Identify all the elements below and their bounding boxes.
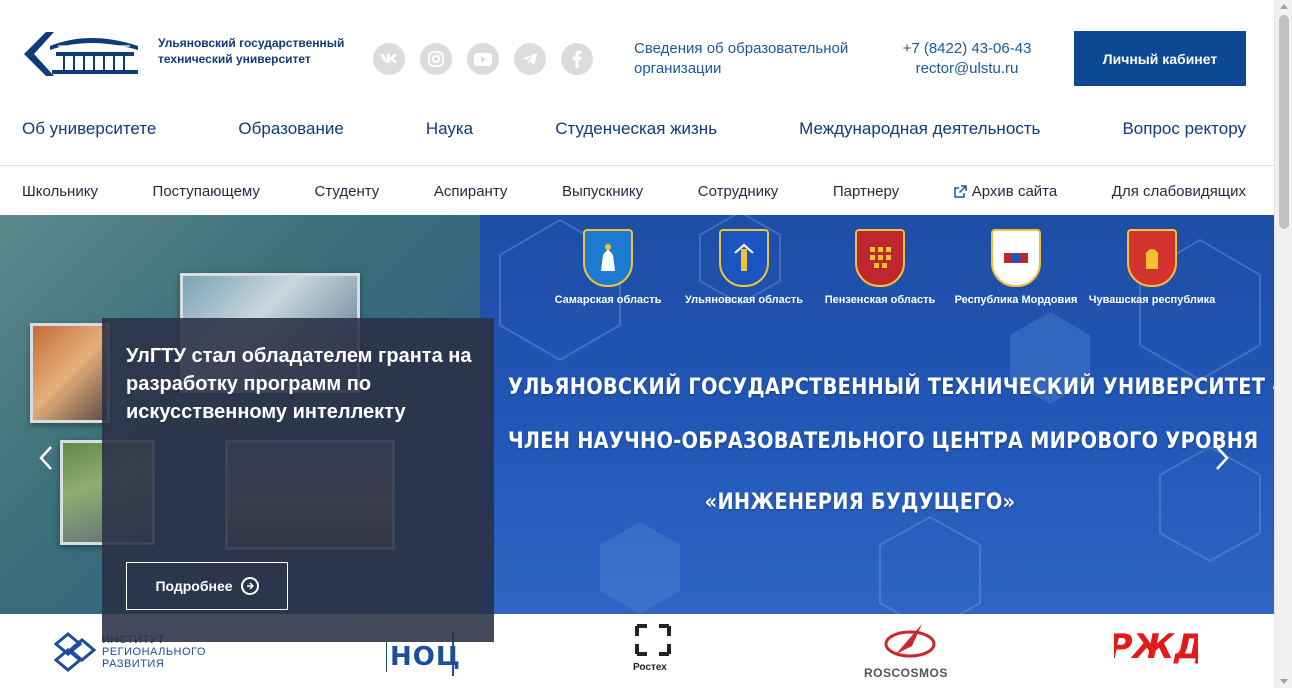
nav-science[interactable]: Наука <box>426 119 473 143</box>
svg-text:РЖД: РЖД <box>1114 627 1198 666</box>
slider-prev-button[interactable] <box>36 443 56 473</box>
subnav-schoolkid[interactable]: Школьнику <box>22 183 98 200</box>
scroll-up-arrow-icon[interactable] <box>1280 4 1288 9</box>
ulyanovsk-crest-icon <box>719 229 769 287</box>
main-nav: Об университете Образование Наука Студен… <box>22 119 1246 143</box>
nav-about[interactable]: Об университете <box>22 119 156 143</box>
samara-crest-icon <box>583 229 633 287</box>
youtube-icon[interactable] <box>467 43 499 75</box>
phone-link[interactable]: +7 (8422) 43-06-43 <box>896 39 1038 59</box>
hero-headline-line1: УЛЬЯНОВСКИЙ ГОСУДАРСТВЕННЫЙ ТЕХНИЧЕСКИЙ … <box>508 375 1274 400</box>
roscosmos-text: ROSCOSMOS <box>864 666 948 680</box>
instagram-icon[interactable] <box>420 43 452 75</box>
region-crests: Самарская область Ульяновская область Пе… <box>540 229 1220 307</box>
read-more-label: Подробнее <box>155 578 233 594</box>
region-chuvashia-name: Чувашская республика <box>1088 294 1216 306</box>
nav-divider <box>0 165 1274 166</box>
email-link[interactable]: rector@ulstu.ru <box>896 59 1038 79</box>
region-chuvashia: Чувашская республика <box>1084 229 1220 307</box>
chevron-left-icon <box>39 446 52 470</box>
chevron-right-icon <box>1216 446 1229 470</box>
irr-logo-icon <box>54 632 96 672</box>
read-more-button[interactable]: Подробнее <box>126 562 288 610</box>
irr-line2: РЕГИОНАЛЬНОГО <box>102 646 206 658</box>
subnav-graduate[interactable]: Выпускнику <box>562 183 643 200</box>
irr-line3: РАЗВИТИЯ <box>102 658 165 670</box>
scrollbar-thumb[interactable] <box>1279 15 1289 229</box>
hero-headline-line3: «ИНЖЕНЕРИЯ БУДУЩЕГО» <box>704 490 1016 515</box>
rostec-logo-icon <box>635 624 671 656</box>
contacts: +7 (8422) 43-06-43 rector@ulstu.ru <box>896 39 1038 79</box>
subnav-archive[interactable]: Архив сайта <box>954 183 1057 200</box>
social-links <box>373 43 593 75</box>
subnav-partner[interactable]: Партнеру <box>833 183 899 200</box>
penza-crest-icon <box>855 229 905 287</box>
nav-education[interactable]: Образование <box>238 119 343 143</box>
subnav-employee[interactable]: Сотруднику <box>698 183 779 200</box>
svedeniya-link[interactable]: Сведения об образовательной организации <box>634 39 874 79</box>
partner-rostec[interactable]: Ростех <box>630 622 676 676</box>
rostec-text: Ростех <box>633 662 667 673</box>
roscosmos-logo-icon <box>884 624 936 658</box>
page-scrollbar[interactable] <box>1274 0 1292 688</box>
region-ulyanovsk: Ульяновская область <box>676 229 812 307</box>
telegram-icon[interactable] <box>514 43 546 75</box>
arrow-circle-icon <box>240 577 259 595</box>
region-samara-name: Самарская область <box>554 294 662 306</box>
subnav-applicant[interactable]: Поступающему <box>153 183 260 200</box>
hero-headline-line2: ЧЛЕН НАУЧНО-ОБРАЗОВАТЕЛЬНОГО ЦЕНТРА МИРО… <box>508 429 1259 454</box>
vk-icon[interactable] <box>373 43 405 75</box>
site-header: Ульяновский государственный технический … <box>0 0 1274 112</box>
noc-text: НОЦ <box>390 642 461 672</box>
nav-international[interactable]: Международная деятельность <box>799 119 1040 143</box>
region-penza-name: Пензенская область <box>824 294 936 306</box>
region-penza: Пензенская область <box>812 229 948 307</box>
slider-next-button[interactable] <box>1212 443 1232 473</box>
collage-screen-robot <box>30 323 110 423</box>
mordovia-crest-icon <box>991 229 1041 287</box>
personal-cabinet-button[interactable]: Личный кабинет <box>1074 31 1246 86</box>
partner-rzd[interactable]: РЖД <box>1108 626 1205 667</box>
university-logo[interactable] <box>20 26 148 82</box>
region-samara: Самарская область <box>540 229 676 307</box>
noc-bar <box>386 642 387 672</box>
facebook-icon[interactable] <box>561 43 593 75</box>
subnav-postgraduate[interactable]: Аспиранту <box>434 183 508 200</box>
rzd-logo-icon: РЖД <box>1108 627 1205 667</box>
university-name[interactable]: Ульяновский государственный технический … <box>158 35 348 67</box>
external-link-icon <box>954 184 967 198</box>
region-ulyanovsk-name: Ульяновская область <box>685 294 803 306</box>
subnav-low-vision[interactable]: Для слабовидящих <box>1112 183 1246 200</box>
scroll-down-arrow-icon[interactable] <box>1280 679 1288 684</box>
subnav-archive-label: Архив сайта <box>971 182 1058 200</box>
region-mordovia-name: Республика Мордовия <box>954 294 1078 306</box>
nav-rector-question[interactable]: Вопрос ректору <box>1122 119 1245 143</box>
chuvashia-crest-icon <box>1127 229 1177 287</box>
subnav-student[interactable]: Студенту <box>314 183 379 200</box>
news-card: УлГТУ стал обладателем гранта на разрабо… <box>102 318 494 642</box>
audience-nav: Школьнику Поступающему Студенту Аспирант… <box>22 181 1246 201</box>
partner-roscosmos[interactable]: ROSCOSMOS <box>862 620 962 682</box>
region-mordovia: Республика Мордовия <box>948 229 1084 307</box>
news-title[interactable]: УлГТУ стал обладателем гранта на разрабо… <box>126 342 481 426</box>
nav-student-life[interactable]: Студенческая жизнь <box>555 119 717 143</box>
